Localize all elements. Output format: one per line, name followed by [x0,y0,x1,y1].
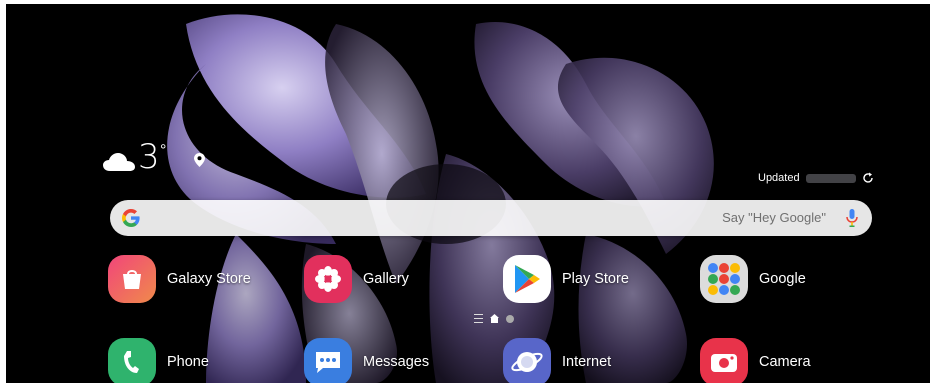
app-play-store[interactable]: Play Store [503,254,629,304]
app-messages[interactable]: Messages [304,337,429,383]
page-indicator[interactable] [474,314,514,323]
location-pin-icon[interactable] [194,153,205,167]
gallery-icon [304,255,352,303]
app-label: Phone [167,354,209,370]
page-dot[interactable] [506,314,514,323]
app-label: Messages [363,354,430,370]
app-internet[interactable]: Internet [503,337,611,383]
play-store-icon [503,255,551,303]
google-folder-icon [700,255,748,303]
phone-icon [108,338,156,383]
internet-icon [503,338,551,383]
pages-menu-icon[interactable] [474,314,483,323]
app-camera[interactable]: Camera [700,337,811,383]
temperature[interactable]: 3 [138,140,160,174]
galaxy-store-icon [108,255,156,303]
degree-symbol: ° [160,142,167,159]
cloud-icon[interactable] [102,152,136,172]
home-page-icon[interactable] [490,314,499,323]
google-g-icon [122,209,140,227]
app-label: Galaxy Store [167,271,251,287]
search-hint: Say "Hey Google" [722,210,826,225]
app-folder-google[interactable]: Google [700,254,806,304]
refresh-icon[interactable] [862,172,874,184]
app-label: Play Store [562,271,629,287]
google-search-bar[interactable]: Say "Hey Google" [110,200,872,236]
camera-icon [700,338,748,383]
app-label: Google [759,271,806,287]
messages-icon [304,338,352,383]
app-gallery[interactable]: Gallery [304,254,409,304]
app-label: Gallery [363,271,409,287]
wallpaper-flower [6,4,930,383]
updated-time-redacted [805,173,856,183]
app-phone[interactable]: Phone [108,337,209,383]
home-screen: 3 ° Updated Say "Hey Google" Galaxy Stor… [6,4,930,383]
mic-icon[interactable] [846,209,858,227]
app-galaxy-store[interactable]: Galaxy Store [108,254,251,304]
updated-label: Updated [758,172,800,184]
app-label: Internet [562,354,612,370]
app-label: Camera [759,354,811,370]
weather-updated: Updated [758,172,874,184]
